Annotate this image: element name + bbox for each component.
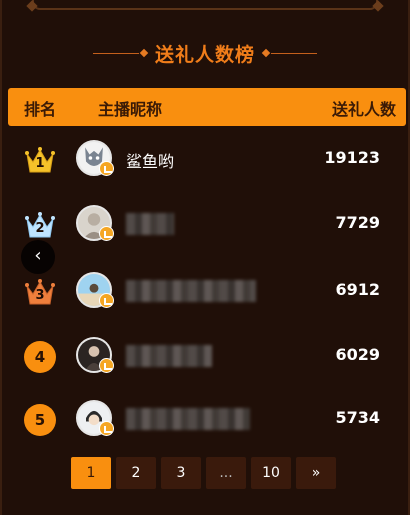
verified-badge-icon bbox=[99, 358, 114, 373]
rank-badge: 3 bbox=[22, 274, 58, 310]
gift-count: 6029 bbox=[335, 345, 380, 364]
title-right-line bbox=[271, 52, 317, 54]
title-left-diamond bbox=[139, 48, 149, 58]
header-count: 送礼人数 bbox=[331, 100, 396, 119]
page-button-3[interactable]: 3 bbox=[161, 457, 201, 489]
title-right-diamond bbox=[261, 48, 271, 58]
verified-badge-icon bbox=[99, 421, 114, 436]
header-rank: 排名 bbox=[24, 100, 57, 119]
table-row[interactable]: 1 鲨鱼哟 19123 bbox=[8, 134, 406, 184]
rank-badge: 1 bbox=[22, 142, 58, 178]
rank-number: 5 bbox=[24, 404, 56, 436]
blurred-anchor-name bbox=[126, 345, 212, 367]
leaderboard-panel: 送礼人数榜 排名 主播昵称 送礼人数 1 鲨鱼哟 19123 2 7729 3 … bbox=[0, 0, 410, 515]
gift-count: 6912 bbox=[335, 280, 380, 299]
verified-badge-icon bbox=[99, 161, 114, 176]
page-button-2[interactable]: 2 bbox=[116, 457, 156, 489]
anchor-name: 鲨鱼哟 bbox=[126, 152, 175, 171]
rank-badge: 5 bbox=[22, 402, 58, 438]
title-left-line bbox=[92, 52, 139, 54]
back-button[interactable]: ‹ bbox=[21, 240, 55, 274]
chevron-left-icon: ‹ bbox=[34, 245, 42, 266]
gift-count: 7729 bbox=[335, 213, 380, 232]
page-button-10[interactable]: 10 bbox=[251, 457, 291, 489]
decorative-top-frame bbox=[32, 0, 378, 10]
table-row[interactable]: 2 7729 bbox=[8, 199, 406, 249]
blurred-anchor-name bbox=[126, 280, 256, 302]
rank-number: 1 bbox=[35, 156, 45, 171]
table-header: 排名 主播昵称 送礼人数 bbox=[8, 88, 406, 126]
table-row[interactable]: 4 6029 bbox=[8, 331, 406, 381]
gift-count: 19123 bbox=[324, 148, 380, 167]
verified-badge-icon bbox=[99, 293, 114, 308]
pagination: 1 2 3 ... 10 » bbox=[71, 457, 336, 489]
rank-number: 2 bbox=[35, 221, 45, 236]
next-page-button[interactable]: » bbox=[296, 457, 336, 489]
blurred-anchor-name bbox=[126, 408, 250, 430]
table-row[interactable]: 5 5734 bbox=[8, 394, 406, 444]
header-name: 主播昵称 bbox=[98, 100, 163, 119]
rank-number: 3 bbox=[35, 288, 45, 303]
rank-badge: 4 bbox=[22, 339, 58, 375]
gift-count: 5734 bbox=[335, 408, 380, 427]
verified-badge-icon bbox=[99, 226, 114, 241]
rank-number: 4 bbox=[24, 341, 56, 373]
rank-badge: 2 bbox=[22, 207, 58, 243]
page-title: 送礼人数榜 bbox=[154, 43, 255, 66]
page-button-1[interactable]: 1 bbox=[71, 457, 111, 489]
page-ellipsis: ... bbox=[206, 457, 246, 489]
blurred-anchor-name bbox=[126, 213, 174, 235]
title-row: 送礼人数榜 bbox=[2, 38, 408, 68]
table-row[interactable]: 3 6912 bbox=[8, 266, 406, 316]
